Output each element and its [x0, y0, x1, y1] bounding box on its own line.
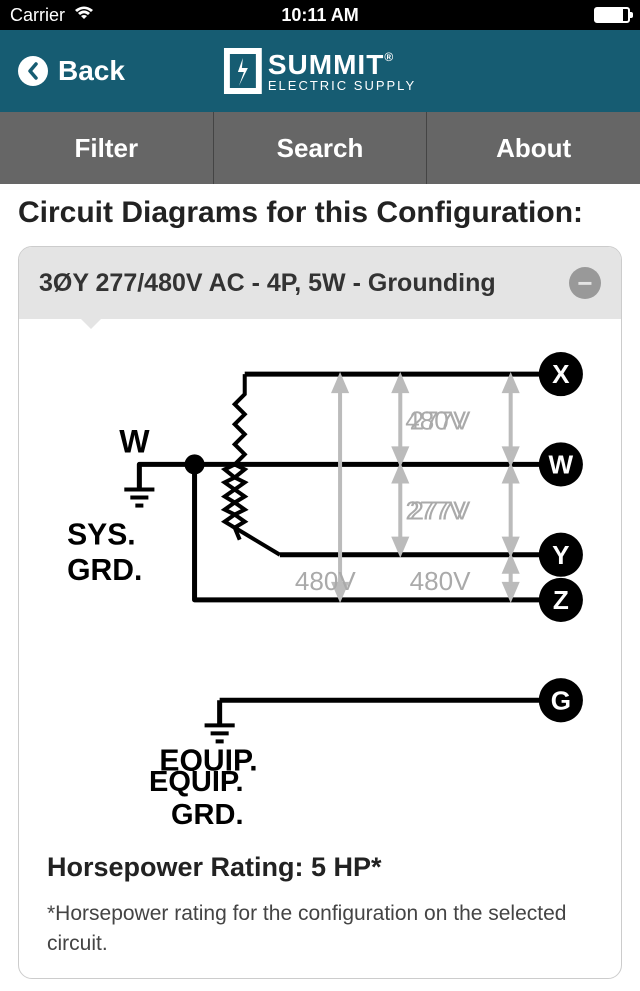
brand-reg: ®: [384, 50, 394, 64]
collapse-button[interactable]: −: [569, 267, 601, 299]
equip-label: EQUIP.: [149, 766, 601, 799]
card-header[interactable]: 3ØY 277/480V AC - 4P, 5W - Grounding −: [19, 247, 621, 319]
svg-text:SYS.: SYS.: [67, 519, 136, 552]
svg-text:GRD.: GRD.: [67, 554, 142, 587]
tab-bar: Filter Search About: [0, 112, 640, 184]
status-time: 10:11 AM: [281, 5, 358, 26]
brand-name: SUMMIT: [268, 49, 384, 80]
card-title: 3ØY 277/480V AC - 4P, 5W - Grounding: [39, 269, 496, 298]
svg-text:W: W: [549, 449, 574, 479]
tab-search[interactable]: Search: [214, 112, 428, 184]
brand-subtitle: ELECTRIC SUPPLY: [268, 79, 416, 92]
svg-text:Z: Z: [553, 585, 569, 615]
chevron-left-icon: [18, 56, 48, 86]
minus-icon: −: [577, 270, 592, 296]
diagram-card: 3ØY 277/480V AC - 4P, 5W - Grounding −: [18, 246, 622, 979]
circuit-svg: 480V 277V 277V 277V 480V 480V X W Y Z G: [39, 349, 601, 771]
status-left: Carrier: [10, 5, 95, 26]
svg-text:277V: 277V: [410, 496, 472, 526]
tab-about[interactable]: About: [427, 112, 640, 184]
horsepower-section: Horsepower Rating: 5 HP* *Horsepower rat…: [19, 852, 621, 978]
horsepower-note: *Horsepower rating for the configuration…: [47, 899, 593, 958]
brand-logo: SUMMIT® ELECTRIC SUPPLY: [224, 48, 416, 94]
status-bar: Carrier 10:11 AM: [0, 0, 640, 30]
tab-filter[interactable]: Filter: [0, 112, 214, 184]
page-title: Circuit Diagrams for this Configuration:: [18, 196, 622, 230]
svg-text:W: W: [119, 423, 150, 459]
back-label: Back: [58, 55, 125, 87]
content-area: Circuit Diagrams for this Configuration:…: [0, 184, 640, 991]
brand-logo-icon: [224, 48, 262, 94]
svg-text:480V: 480V: [410, 566, 472, 596]
equip-grd-label: GRD.: [171, 799, 601, 832]
wifi-icon: [73, 5, 95, 26]
circuit-diagram: 480V 277V 277V 277V 480V 480V X W Y Z G: [19, 319, 621, 852]
svg-text:G: G: [551, 685, 571, 715]
svg-text:480V: 480V: [295, 566, 357, 596]
svg-text:X: X: [552, 359, 570, 389]
svg-text:Y: Y: [552, 540, 569, 570]
battery-icon: [594, 7, 630, 23]
horsepower-title: Horsepower Rating: 5 HP*: [47, 852, 593, 883]
nav-bar: Back SUMMIT® ELECTRIC SUPPLY: [0, 30, 640, 112]
carrier-label: Carrier: [10, 5, 65, 26]
svg-text:277V: 277V: [410, 405, 472, 435]
back-button[interactable]: Back: [18, 55, 125, 87]
